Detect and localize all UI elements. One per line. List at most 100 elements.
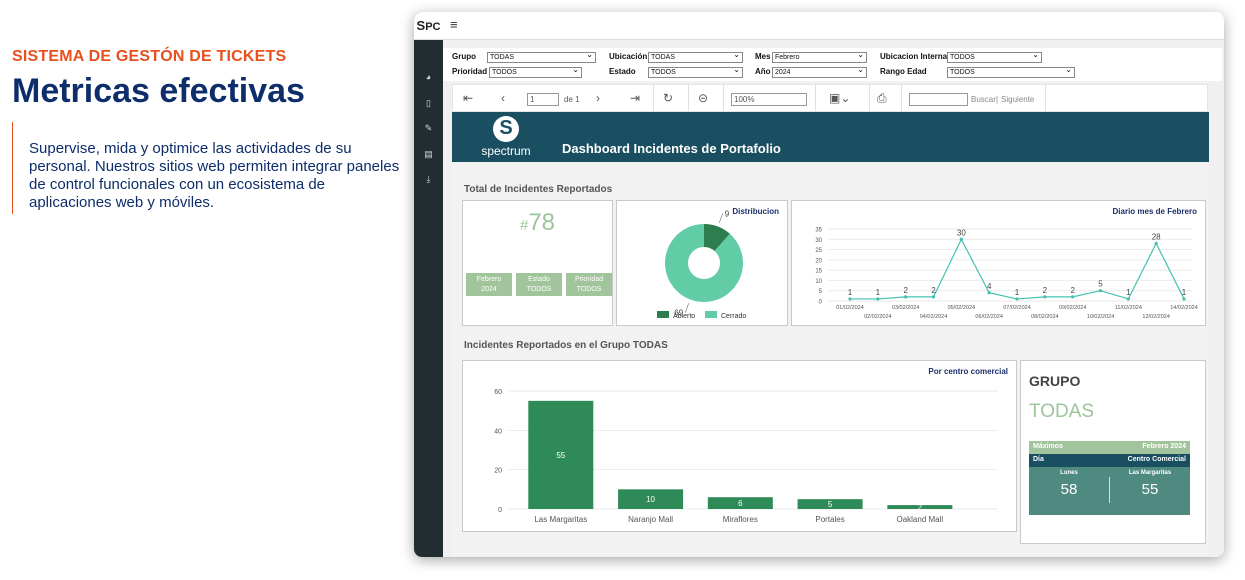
app-logo[interactable]: SPC bbox=[414, 12, 443, 40]
bar-data-label: 5 bbox=[828, 500, 833, 509]
line-data-label: 1 bbox=[848, 288, 853, 297]
bar-x-tick: Miraflores bbox=[723, 515, 758, 524]
line-data-label: 2 bbox=[903, 286, 908, 295]
bar-x-tick: Las Margaritas bbox=[534, 515, 587, 524]
line-point bbox=[1098, 289, 1103, 293]
print-icon[interactable]: ⎙ bbox=[877, 91, 887, 106]
param-grupo-select[interactable]: TODAS bbox=[487, 50, 596, 63]
hero-description: Supervise, mida y optimice las actividad… bbox=[12, 122, 402, 214]
line-point bbox=[1126, 297, 1130, 301]
param-ubicacion-select[interactable]: TODAS bbox=[648, 50, 743, 63]
daily-line-chart: 05101520253035101/02/2024102/02/2024203/… bbox=[815, 228, 1198, 321]
line-x-tick: 04/02/2024 bbox=[920, 314, 948, 320]
first-page-icon[interactable]: ⇤ bbox=[463, 91, 473, 105]
dia-label: Día bbox=[1033, 456, 1044, 463]
daily-card: Diario mes de Febrero 0 5 10 15 20 25 30 35 1 01/… bbox=[791, 200, 1206, 326]
line-data-label: 1 bbox=[876, 288, 881, 297]
line-data-label: 2 bbox=[1043, 286, 1048, 295]
line-x-tick: 08/02/2024 bbox=[1031, 314, 1059, 320]
edit-icon[interactable]: ✎ bbox=[414, 123, 443, 134]
line-x-tick: 12/02/2024 bbox=[1142, 314, 1170, 320]
bar-data-label: 6 bbox=[738, 499, 743, 508]
mobile-icon[interactable]: ▯ bbox=[414, 98, 443, 109]
line-point bbox=[1071, 295, 1075, 299]
sidebar: SPC ◕ ▯ ✎ ▤ ⤓ bbox=[414, 12, 443, 557]
bar-x-tick: Oakland Mall bbox=[896, 515, 943, 524]
legend-label-abierto: Abierto bbox=[673, 313, 695, 320]
line-y-tick: 10 bbox=[815, 279, 822, 285]
dia-name: Lunes bbox=[1060, 470, 1078, 476]
maximos-label: Máximos bbox=[1033, 443, 1063, 450]
line-x-tick: 14/02/2024 bbox=[1170, 305, 1198, 311]
previous-page-icon[interactable]: ‹ bbox=[501, 91, 505, 105]
param-estado-label: Estado bbox=[609, 67, 636, 76]
section-total-title: Total de Incidentes Reportados bbox=[464, 184, 613, 195]
book-icon[interactable]: ▤ bbox=[414, 149, 443, 160]
line-y-tick: 35 bbox=[815, 228, 822, 234]
next-page-icon[interactable]: › bbox=[596, 91, 600, 105]
param-rango-edad-label: Rango Edad bbox=[880, 67, 927, 76]
bar-x-tick: Portales bbox=[815, 515, 844, 524]
param-anio-select[interactable]: 2024 bbox=[772, 65, 867, 78]
param-mes-label: Mes bbox=[755, 52, 771, 61]
bar-title: Por centro comercial bbox=[928, 367, 1008, 376]
hamburger-icon[interactable]: ≡ bbox=[450, 17, 458, 32]
zoom-select[interactable]: 100% bbox=[731, 93, 807, 106]
line-point bbox=[876, 297, 880, 301]
param-anio-label: Año bbox=[755, 67, 771, 76]
centro-label: Centro Comercial bbox=[1127, 456, 1186, 463]
total-card: #78 Febrero 2024 Estado TODOS Prioridad TOD… bbox=[462, 200, 613, 326]
bar-y-tick: 40 bbox=[494, 428, 502, 435]
param-ubic-interna-select[interactable]: TODOS bbox=[947, 50, 1042, 63]
find-input[interactable] bbox=[909, 93, 968, 106]
dashboard-icon[interactable]: ◕ bbox=[414, 72, 443, 82]
hero-section: SISTEMA DE GESTÓN DE TICKETS Metricas ef… bbox=[12, 48, 402, 214]
page-number-input[interactable]: 1 bbox=[527, 93, 559, 106]
pie-data-label: 9 bbox=[725, 209, 730, 218]
line-x-tick: 05/02/2024 bbox=[948, 305, 976, 311]
find-button[interactable]: Buscar bbox=[971, 95, 996, 104]
param-rango-edad-select[interactable]: TODOS bbox=[947, 65, 1075, 78]
last-page-icon[interactable]: ⇥ bbox=[630, 91, 640, 105]
bar-y-tick: 20 bbox=[494, 468, 502, 475]
line-x-tick: 07/02/2024 bbox=[1003, 305, 1031, 311]
line-y-tick: 30 bbox=[815, 238, 822, 244]
save-icon[interactable]: ▣⌄ bbox=[829, 91, 850, 105]
param-estado-select[interactable]: TODOS bbox=[648, 65, 743, 78]
line-data-label: 5 bbox=[1098, 280, 1103, 289]
dashboard-title: Dashboard Incidentes de Portafolio bbox=[562, 141, 781, 156]
hero-kicker: SISTEMA DE GESTÓN DE TICKETS bbox=[12, 48, 287, 65]
distribution-donut-chart: 969Abierto Cerrado bbox=[657, 209, 746, 320]
download-icon[interactable]: ⤓ bbox=[414, 174, 443, 185]
line-data-label: 28 bbox=[1152, 232, 1161, 241]
line-data-label: 2 bbox=[1070, 286, 1075, 295]
brand-name: spectrum bbox=[481, 144, 531, 158]
pie-slice-cerrado bbox=[665, 224, 743, 302]
line-x-tick: 09/02/2024 bbox=[1059, 305, 1087, 311]
line-y-tick: 0 bbox=[819, 300, 823, 306]
page-count: de 1 bbox=[564, 95, 580, 104]
dia-value: 58 bbox=[1060, 481, 1078, 498]
bar-data-label: 55 bbox=[556, 451, 565, 460]
back-icon[interactable]: ⊝ bbox=[698, 91, 708, 105]
group-value: TODAS bbox=[1029, 401, 1095, 422]
line-y-tick: 15 bbox=[815, 269, 822, 275]
line-point bbox=[1043, 295, 1047, 299]
param-mes-select[interactable]: Febrero bbox=[772, 50, 867, 63]
maximos-table: Máximos Febrero 2024 Día Centro Comercial … bbox=[1029, 441, 1190, 515]
tag-estado: Estado TODOS bbox=[516, 273, 562, 296]
bar-y-tick: 0 bbox=[498, 507, 502, 514]
line-point bbox=[1182, 297, 1186, 301]
total-value: #78 bbox=[519, 209, 556, 236]
refresh-icon[interactable]: ↻ bbox=[663, 91, 673, 105]
param-prioridad-select[interactable]: TODOS bbox=[489, 65, 582, 78]
centro-name: Las Margaritas bbox=[1128, 470, 1172, 476]
app-window: SPC ◕ ▯ ✎ ▤ ⤓ ≡ Grupo TODAS Prioridad TO… bbox=[414, 12, 1224, 557]
legend-swatch-abierto bbox=[657, 311, 669, 318]
next-match-button[interactable]: Siguiente bbox=[1001, 95, 1034, 104]
distribution-title: Distribucion bbox=[732, 207, 779, 216]
bar-x-tick: Naranjo Mall bbox=[628, 515, 673, 524]
dashboard-header: spectrum Dashboard Incidentes de Portafo… bbox=[452, 112, 1209, 162]
logo-mark: S bbox=[416, 18, 426, 33]
bar-data-label: 2 bbox=[918, 503, 923, 512]
